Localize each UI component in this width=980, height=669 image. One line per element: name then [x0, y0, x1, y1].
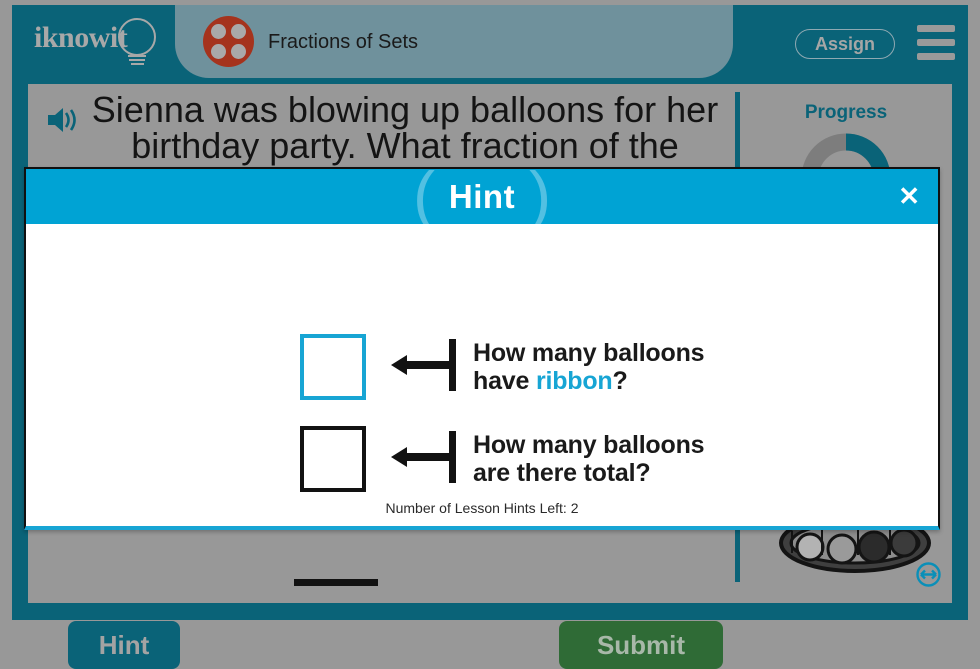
- audio-speaker-icon[interactable]: [46, 105, 80, 135]
- lesson-tab: Fractions of Sets: [175, 5, 733, 78]
- close-x-icon[interactable]: ✕: [898, 183, 920, 209]
- iknowit-logo[interactable]: iknowit: [34, 13, 166, 71]
- lesson-title: Fractions of Sets: [268, 31, 419, 53]
- app-header: Fractions of Sets iknowit Assign: [12, 5, 968, 80]
- numerator-answer-box[interactable]: [300, 334, 366, 400]
- hint-modal-title-wrap: ( Hint ): [412, 157, 552, 232]
- fraction-bar: [294, 579, 378, 586]
- submit-button[interactable]: Submit: [559, 621, 723, 669]
- hint-button[interactable]: Hint: [68, 621, 180, 669]
- numerator-row: How many balloons have ribbon?: [291, 329, 761, 405]
- left-arrow-icon: [391, 429, 459, 490]
- progress-label: Progress: [804, 102, 888, 123]
- lightbulb-icon: [118, 18, 156, 56]
- denominator-label-line2: are there total?: [473, 459, 651, 487]
- lightbulb-base-icon: [128, 55, 146, 68]
- hints-left-counter: Number of Lesson Hints Left: 2: [385, 500, 579, 516]
- denominator-label-line1: How many balloons: [473, 430, 705, 459]
- hint-modal: ( Hint ) ✕ How many balloons have ribbon…: [24, 157, 940, 586]
- resize-horizontal-icon[interactable]: [916, 562, 941, 587]
- four-dot-circle-icon: [203, 16, 254, 67]
- question-text: Sienna was blowing up balloons for her b…: [91, 89, 719, 166]
- numerator-label-suffix: ?: [612, 367, 628, 395]
- hamburger-menu-icon[interactable]: [917, 25, 955, 60]
- numerator-label-prefix: have: [473, 367, 536, 395]
- hint-modal-title: Hint: [448, 177, 516, 215]
- denominator-answer-box[interactable]: [300, 426, 366, 492]
- numerator-label: How many balloons have ribbon?: [473, 338, 705, 396]
- denominator-row: How many balloons are there total?: [291, 421, 761, 497]
- hint-modal-header: ( Hint ) ✕: [26, 157, 938, 232]
- numerator-label-line2: have ribbon?: [473, 367, 704, 395]
- numerator-label-line1: How many balloons: [473, 338, 705, 367]
- numerator-keyword: ribbon: [535, 367, 613, 395]
- denominator-label: How many balloons are there total?: [473, 430, 705, 488]
- left-arrow-icon: [391, 337, 459, 398]
- hint-modal-body: How many balloons have ribbon? How many …: [26, 224, 938, 586]
- fraction-hint-diagram: How many balloons have ribbon? How many …: [291, 329, 761, 499]
- logo-wordmark: iknowit: [34, 21, 128, 54]
- assign-button[interactable]: Assign: [795, 29, 895, 59]
